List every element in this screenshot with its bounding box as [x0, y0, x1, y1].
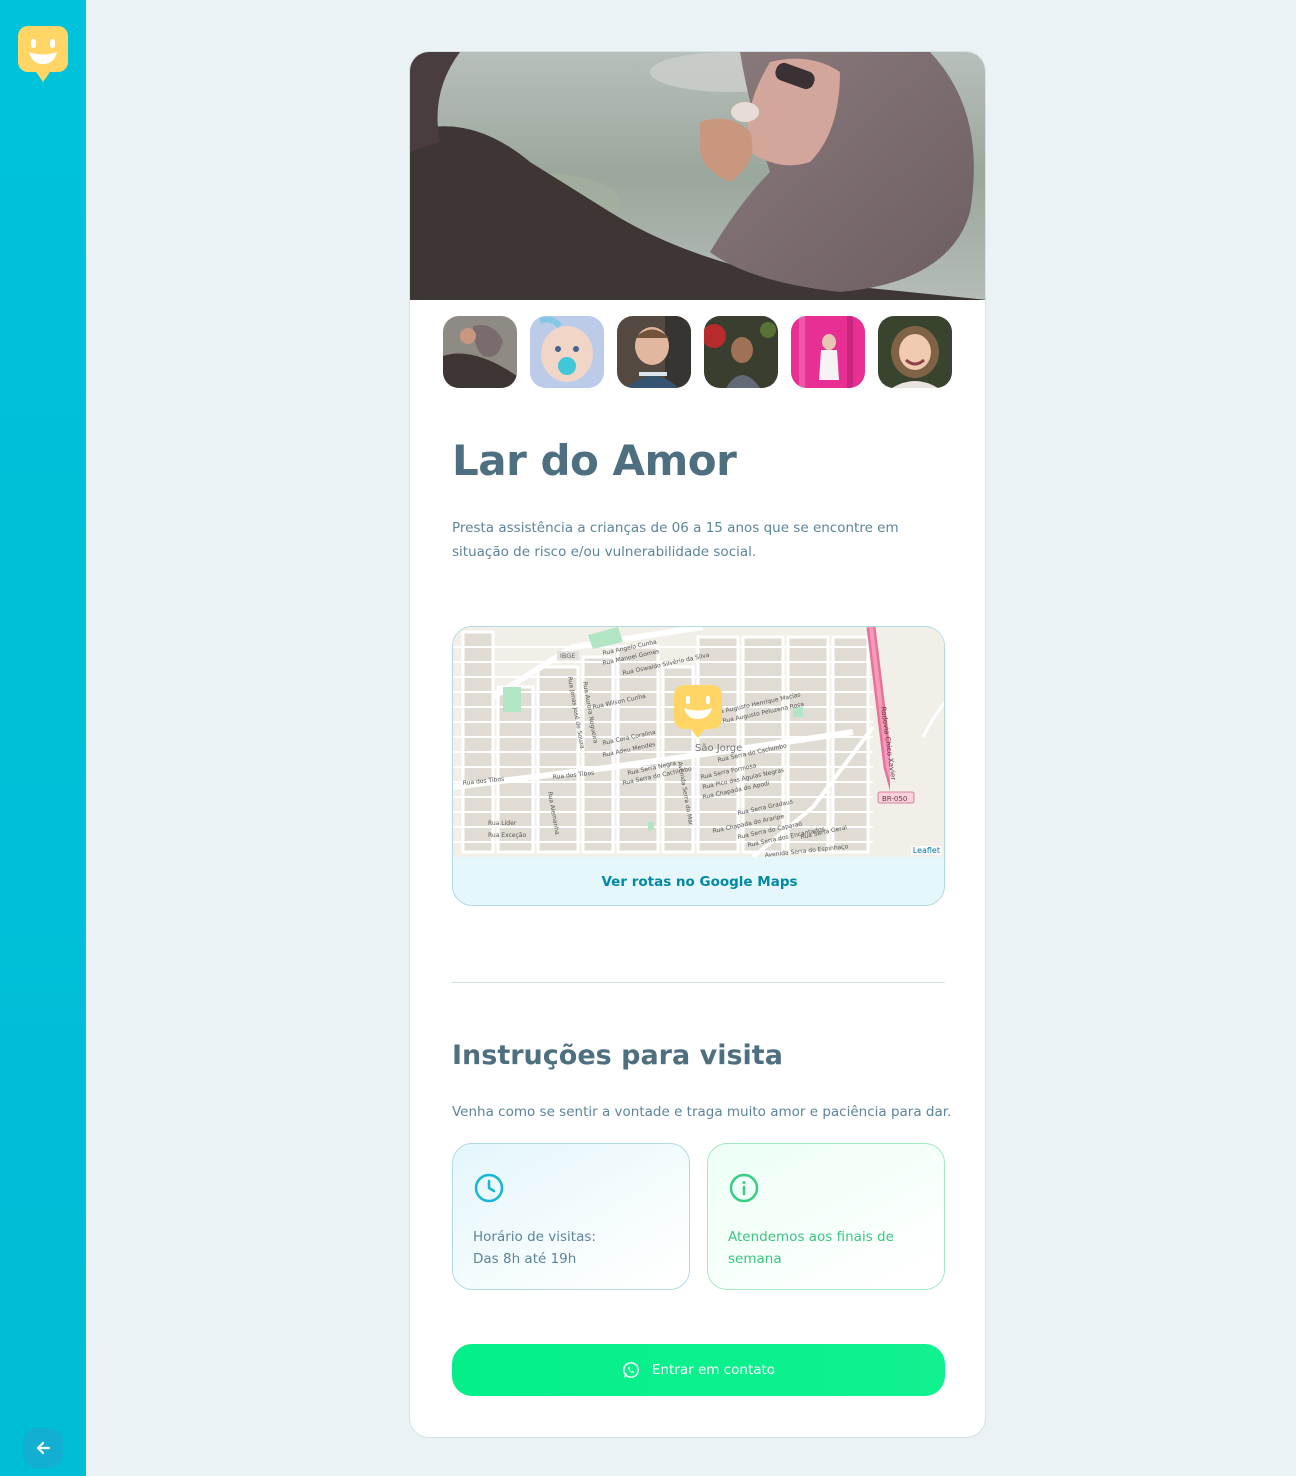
contact-button-label: Entrar em contato	[651, 1362, 776, 1378]
orphanage-details-card: Lar do Amor Presta assistência a criança…	[409, 51, 986, 1438]
svg-text:Rua Líder: Rua Líder	[488, 820, 517, 827]
hero-image	[410, 52, 985, 300]
image-thumbnails	[443, 316, 952, 388]
thumbnail-4[interactable]	[704, 316, 778, 388]
info-icon	[729, 1173, 759, 1203]
svg-text:Rua Exceção: Rua Exceção	[488, 832, 526, 839]
thumbnail-6[interactable]	[878, 316, 952, 388]
divider	[452, 982, 945, 983]
happy-face-logo[interactable]	[18, 26, 68, 82]
clock-icon	[474, 1173, 504, 1203]
google-maps-link[interactable]: Ver rotas no Google Maps	[453, 857, 944, 905]
map[interactable]: Rua Angelo Cunha Rua Manoel Gomes Rua Os…	[453, 627, 944, 857]
thumbnail-3[interactable]	[617, 316, 691, 388]
map-neighborhood: São Jorge	[695, 743, 742, 754]
weekend-text: Atendemos aos finais de semana	[728, 1229, 894, 1267]
map-container: Rua Angelo Cunha Rua Manoel Gomes Rua Os…	[452, 626, 945, 906]
visiting-hours-card: Horário de visitas: Das 8h até 19h	[452, 1143, 690, 1290]
sidebar	[0, 0, 86, 1476]
thumbnail-2[interactable]	[530, 316, 604, 388]
thumbnail-5[interactable]	[791, 316, 865, 388]
contact-button[interactable]: Entrar em contato	[452, 1344, 945, 1396]
weekend-card: Atendemos aos finais de semana	[707, 1143, 945, 1290]
orphanage-about: Presta assistência a crianças de 06 a 15…	[452, 520, 899, 560]
whatsapp-icon	[623, 1362, 639, 1378]
visiting-hours-text: Horário de visitas: Das 8h até 19h	[473, 1229, 596, 1267]
orphanage-name: Lar do Amor	[452, 436, 737, 485]
map-attribution[interactable]: Leaflet	[910, 846, 942, 855]
visit-title: Instruções para visita	[452, 1040, 783, 1071]
visit-instructions: Venha como se sentir a vontade e traga m…	[452, 1104, 952, 1120]
back-button[interactable]	[23, 1428, 63, 1468]
arrow-left-icon	[36, 1441, 51, 1455]
thumbnail-1[interactable]	[443, 316, 517, 388]
svg-text:IBGE: IBGE	[560, 652, 575, 660]
map-road-badge: BR-050	[882, 795, 907, 803]
